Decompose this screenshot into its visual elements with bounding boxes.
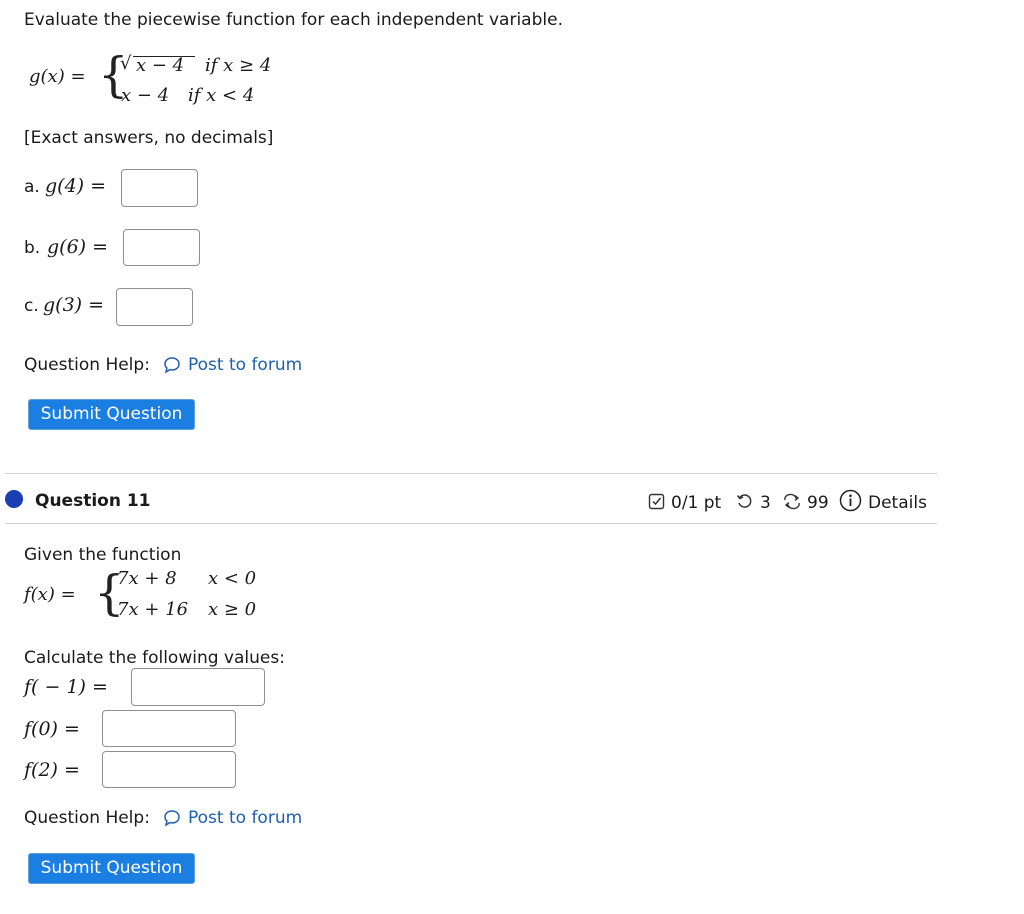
question-help-label: Question Help:: [24, 355, 150, 375]
g-function-name: g(x) =: [29, 66, 86, 87]
instruction-text: Evaluate the piecewise function for each…: [24, 10, 563, 30]
g-case1-cond: if x ≥ 4: [205, 55, 272, 76]
part-a-prefix: a.: [24, 177, 40, 197]
retries-count: 3: [760, 493, 771, 513]
question-11-title: Question 11: [35, 491, 151, 511]
g-case1-expr: x − 4: [136, 55, 185, 76]
f-case2-expr: 7x + 16: [117, 599, 189, 620]
attempts-icon: [782, 493, 802, 510]
f-function-name: f(x) =: [24, 584, 76, 605]
submit-question-button[interactable]: Submit Question: [28, 399, 195, 430]
f-case2-cond: x ≥ 0: [208, 599, 257, 620]
chat-bubble-icon[interactable]: [163, 809, 181, 827]
answer-input-f-2[interactable]: [102, 751, 236, 788]
section-divider-top: [5, 473, 937, 474]
part-c-prefix: c.: [24, 296, 39, 316]
part-b-prefix: b.: [24, 238, 41, 258]
f-2-expr: f(2) =: [24, 759, 80, 781]
submit-question-button-2[interactable]: Submit Question: [28, 853, 195, 884]
g-sqrt-sign: √: [120, 53, 132, 74]
f-case1-cond: x < 0: [208, 568, 257, 589]
f-0-expr: f(0) =: [24, 718, 80, 740]
details-link[interactable]: Details: [868, 493, 927, 513]
answer-input-g6[interactable]: [123, 229, 200, 266]
retry-icon: [736, 493, 753, 510]
info-icon[interactable]: [839, 489, 862, 512]
f-case1-expr: 7x + 8: [117, 568, 177, 589]
attempts-count: 99: [807, 493, 829, 513]
chat-bubble-icon[interactable]: [163, 356, 181, 374]
part-c-expr: g(3) =: [43, 294, 105, 316]
answer-input-f-neg1[interactable]: [131, 668, 265, 706]
calculate-values-label: Calculate the following values:: [24, 648, 285, 668]
score-text: 0/1 pt: [671, 493, 722, 513]
question-help-label-2: Question Help:: [24, 808, 150, 828]
f-neg1-expr: f( − 1) =: [24, 676, 108, 698]
part-a-expr: g(4) =: [45, 175, 107, 197]
exact-answers-note: [Exact answers, no decimals]: [24, 128, 274, 148]
answer-input-f-0[interactable]: [102, 710, 236, 747]
post-to-forum-link-2[interactable]: Post to forum: [188, 808, 302, 828]
answer-input-g4[interactable]: [121, 169, 198, 207]
answer-input-g3[interactable]: [116, 288, 193, 326]
g-case2-cond: if x < 4: [188, 85, 255, 106]
g-case2-expr: x − 4: [121, 85, 170, 106]
given-function-label: Given the function: [24, 545, 182, 565]
part-b-expr: g(6) =: [47, 236, 109, 258]
question-status-dot: [5, 490, 23, 508]
section-divider-bottom: [5, 523, 937, 524]
checkbox-score-icon: [648, 493, 665, 510]
post-to-forum-link[interactable]: Post to forum: [188, 355, 302, 375]
